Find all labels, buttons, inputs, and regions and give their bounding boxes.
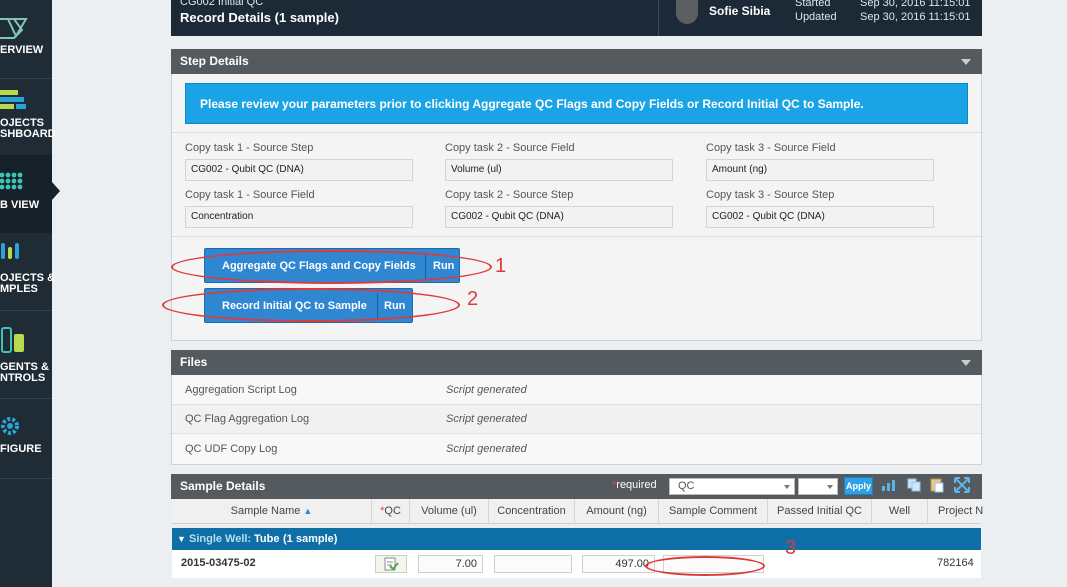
qc-flag-icon[interactable]: [375, 555, 407, 573]
field-label: Copy task 3 - Source Field: [706, 142, 836, 154]
info-banner: Please review your parameters prior to c…: [185, 83, 968, 124]
column-header-project[interactable]: Project N: [928, 499, 988, 524]
annotation-ellipse-3: [645, 556, 765, 576]
file-row[interactable]: QC UDF Copy Log Script generated: [172, 435, 981, 464]
lab-view-icon: [0, 172, 23, 190]
project-value: 782164: [937, 557, 974, 569]
group-row[interactable]: ▼ Single Well: Tube (1 sample): [172, 528, 981, 550]
page-title: Record Details (1 sample): [180, 10, 339, 25]
field-label: Copy task 1 - Source Step: [185, 142, 314, 154]
column-header-amount[interactable]: Amount (ng): [575, 499, 659, 524]
concentration-input[interactable]: [494, 555, 572, 573]
file-name: Aggregation Script Log: [185, 384, 297, 396]
nav-item-projects-dashboard[interactable]: OJECTS SHBOARD: [0, 78, 56, 155]
files-title: Files: [180, 355, 208, 369]
copy-task-3-source-field-field[interactable]: Amount (ng): [706, 159, 934, 181]
annotation-label-2: 2: [467, 288, 479, 310]
sort-asc-icon: ▲: [303, 506, 313, 516]
collapse-caret-icon[interactable]: [961, 360, 971, 366]
apply-button[interactable]: Apply: [844, 477, 873, 495]
annotation-label-3: 3: [785, 537, 797, 559]
nav-item-overview[interactable]: ERVIEW: [0, 0, 52, 78]
updated-value: Sep 30, 2016 11:15:01: [860, 11, 971, 23]
avatar: [676, 0, 698, 24]
started-value: Sep 30, 2016 11:15:01: [860, 0, 971, 9]
field-label: Copy task 2 - Source Field: [445, 142, 575, 154]
header-divider: [658, 0, 659, 36]
nav-active-arrow-icon: [52, 182, 60, 200]
required-legend: *required: [612, 479, 657, 491]
volume-input[interactable]: 7.00: [418, 555, 483, 573]
collapse-triangle-icon: ▼: [177, 534, 186, 544]
step-name: CG002 Initial QC: [180, 0, 264, 8]
collapse-caret-icon[interactable]: [961, 59, 971, 65]
field-label: Copy task 2 - Source Step: [445, 189, 574, 201]
gear-icon: [1, 417, 19, 435]
step-details-header[interactable]: Step Details: [171, 49, 982, 74]
user-name: Sofie Sibia: [709, 4, 771, 18]
sample-details-title: Sample Details: [180, 479, 266, 493]
file-status[interactable]: Script generated: [446, 376, 527, 405]
sample-table-header: Sample Name ▲ *QC Volume (ul) Concentrat…: [172, 499, 983, 524]
column-header-well[interactable]: Well: [872, 499, 928, 524]
annotation-label-1: 1: [495, 255, 507, 277]
files-header[interactable]: Files: [171, 350, 982, 375]
column-header-sample-name[interactable]: Sample Name ▲: [172, 499, 372, 524]
copy-task-3-source-step-field[interactable]: CG002 - Qubit QC (DNA): [706, 206, 934, 228]
projects-samples-icon: [1, 243, 19, 259]
nav-item-reagents-controls[interactable]: GENTS & NTROLS: [0, 310, 52, 398]
file-name: QC Flag Aggregation Log: [185, 413, 310, 425]
step-details-title: Step Details: [180, 54, 249, 68]
annotation-ellipse-2: [162, 288, 460, 322]
nav-item-configure[interactable]: FIGURE: [0, 398, 52, 478]
nav-item-projects-samples[interactable]: OJECTS & MPLES: [0, 233, 55, 310]
column-header-passed-initial-qc[interactable]: Passed Initial QC: [768, 499, 872, 524]
column-header-volume[interactable]: Volume (ul): [410, 499, 489, 524]
nav-divider: [0, 478, 52, 479]
file-status[interactable]: Script generated: [446, 405, 527, 434]
column-header-concentration[interactable]: Concentration: [489, 499, 575, 524]
step-header: CG002 Initial QC Record Details (1 sampl…: [171, 0, 982, 36]
copy-task-1-source-step-field[interactable]: CG002 - Qubit QC (DNA): [185, 159, 413, 181]
filter-value-select[interactable]: [798, 478, 838, 495]
chevron-down-icon: [784, 485, 790, 489]
file-name: QC UDF Copy Log: [185, 443, 278, 455]
paste-icon[interactable]: [929, 477, 945, 493]
file-status[interactable]: Script generated: [446, 435, 527, 464]
copy-task-2-source-field-field[interactable]: Volume (ul): [445, 159, 673, 181]
copy-icon[interactable]: [906, 477, 922, 493]
reagents-controls-icon: [1, 327, 24, 353]
annotation-ellipse-1: [171, 250, 492, 284]
sample-name: 2015-03475-02: [181, 557, 256, 569]
started-label: Started: [795, 0, 831, 9]
column-header-qc[interactable]: *QC: [372, 499, 410, 524]
nav-item-lab-view[interactable]: B VIEW: [0, 155, 52, 233]
field-label: Copy task 3 - Source Step: [706, 189, 835, 201]
amount-input[interactable]: 497.00: [582, 555, 655, 573]
file-row[interactable]: Aggregation Script Log Script generated: [172, 376, 981, 405]
field-label: Copy task 1 - Source Field: [185, 189, 315, 201]
chart-icon[interactable]: [881, 477, 897, 493]
left-nav: ERVIEW OJECTS SHBOARD B VIEW OJECTS & MP…: [0, 0, 60, 587]
expand-icon[interactable]: [954, 477, 970, 493]
copy-task-1-source-field-field[interactable]: Concentration: [185, 206, 413, 228]
projects-dashboard-icon: [0, 90, 26, 109]
copy-task-2-source-step-field[interactable]: CG002 - Qubit QC (DNA): [445, 206, 673, 228]
file-row[interactable]: QC Flag Aggregation Log Script generated: [172, 405, 981, 434]
divider: [172, 236, 981, 237]
table-row[interactable]: 2015-03475-02 7.00 497.00 782164: [172, 550, 981, 578]
column-filter-select[interactable]: QC: [669, 478, 795, 495]
column-header-sample-comment[interactable]: Sample Comment: [659, 499, 768, 524]
overview-icon: [0, 18, 28, 39]
divider: [172, 132, 981, 133]
updated-label: Updated: [795, 11, 837, 23]
chevron-down-icon: [827, 485, 833, 489]
